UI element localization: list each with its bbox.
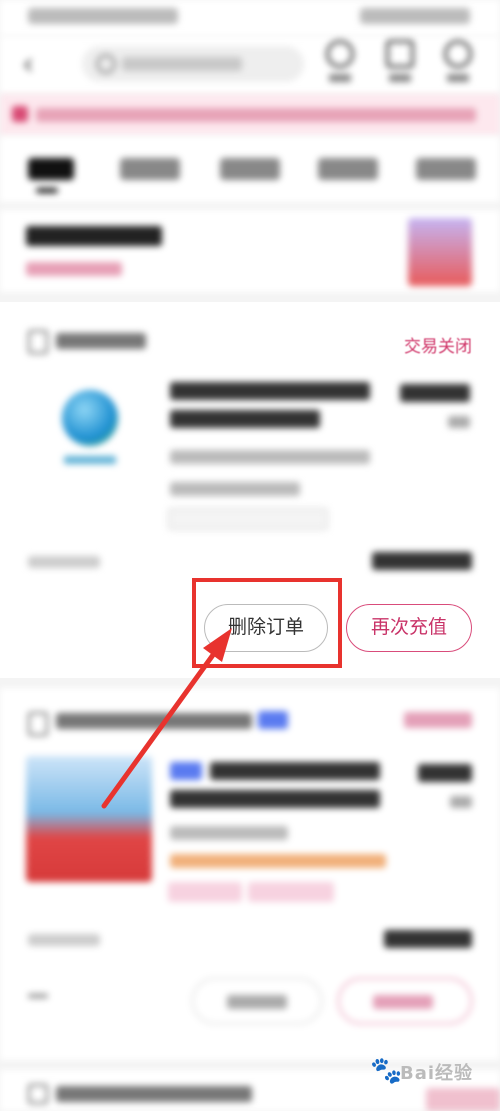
product-quantity: [448, 416, 470, 428]
status-bar: [0, 0, 500, 36]
more-icon[interactable]: [28, 994, 48, 998]
product-title[interactable]: [170, 382, 370, 400]
battery-time-info: [360, 8, 470, 24]
shop-icon: [28, 712, 48, 736]
product-image[interactable]: [58, 390, 122, 480]
shop-name[interactable]: [56, 713, 252, 729]
paid-amount: [384, 930, 472, 948]
header-action-label: [389, 74, 411, 82]
header-action-2-button[interactable]: [380, 40, 420, 88]
header-action-icon: [444, 40, 472, 68]
tab-pending-shipment[interactable]: [220, 158, 280, 180]
notice-text: [36, 108, 476, 122]
baidu-paw-icon: 🐾: [370, 1056, 403, 1086]
product-price: [418, 764, 472, 782]
recharge-amount: [170, 482, 300, 496]
promo-text: [170, 854, 386, 868]
shop-badge: [258, 711, 288, 729]
carrier-info: [28, 8, 178, 24]
paid-amount: [372, 552, 472, 570]
tab-pending-review[interactable]: [416, 158, 476, 180]
product-badge-2: [248, 882, 334, 902]
frequently-bought-link[interactable]: [26, 262, 122, 276]
shop-icon: [28, 330, 48, 354]
product-title-line2: [170, 790, 380, 808]
shop-icon: [28, 1084, 48, 1104]
notice-icon: [12, 106, 28, 122]
header-action-3-button[interactable]: [438, 40, 478, 88]
header-action-icon: [386, 40, 414, 68]
tab-indicator: [36, 188, 58, 193]
order-tabs: [0, 136, 500, 202]
frequently-bought-title: [26, 226, 162, 246]
order-status: 交易关闭: [404, 337, 472, 357]
search-icon: [96, 54, 116, 74]
watermark: 🐾 Bai经验: [370, 1051, 490, 1091]
recharge-number: [170, 450, 370, 464]
tab-all[interactable]: [28, 158, 74, 180]
product-tag: [170, 762, 202, 780]
search-input[interactable]: [82, 46, 304, 82]
tab-pending-payment[interactable]: [120, 158, 180, 180]
product-title[interactable]: [210, 762, 380, 780]
frequently-bought-image: [408, 218, 472, 286]
notice-bar[interactable]: [0, 94, 500, 136]
service-tag: [168, 508, 328, 530]
carrier-logo-caption: [64, 456, 116, 464]
frequently-bought-card[interactable]: [0, 210, 500, 292]
shop-name[interactable]: [56, 333, 146, 349]
product-price: [400, 384, 470, 402]
product-spec: [170, 826, 288, 840]
product-quantity: [450, 796, 472, 808]
product-image[interactable]: [26, 756, 152, 882]
highlight-box: [192, 578, 342, 668]
back-icon[interactable]: ‹: [22, 50, 34, 80]
header-action-icon: [326, 40, 354, 68]
order-status: [404, 712, 472, 728]
order-status: [426, 1088, 500, 1111]
review-button[interactable]: [192, 978, 322, 1024]
order-card-goods: [0, 688, 500, 1060]
order-time: [28, 556, 100, 568]
buy-again-button[interactable]: [338, 978, 472, 1024]
header-action-1-button[interactable]: [320, 40, 360, 88]
header-action-label: [329, 74, 351, 82]
recharge-again-button[interactable]: 再次充值: [346, 604, 472, 652]
product-title-line2: [170, 410, 320, 428]
product-badge-1: [168, 882, 242, 902]
buy-again-button-label: [373, 995, 433, 1009]
search-placeholder: [122, 57, 242, 71]
header-action-label: [447, 74, 469, 82]
order-time: [28, 934, 100, 946]
header: ‹: [0, 36, 500, 94]
tab-pending-receipt[interactable]: [318, 158, 378, 180]
watermark-text: Bai经验: [400, 1063, 474, 1084]
shop-name[interactable]: [56, 1086, 252, 1102]
review-button-label: [227, 995, 287, 1009]
carrier-logo: [62, 390, 118, 446]
